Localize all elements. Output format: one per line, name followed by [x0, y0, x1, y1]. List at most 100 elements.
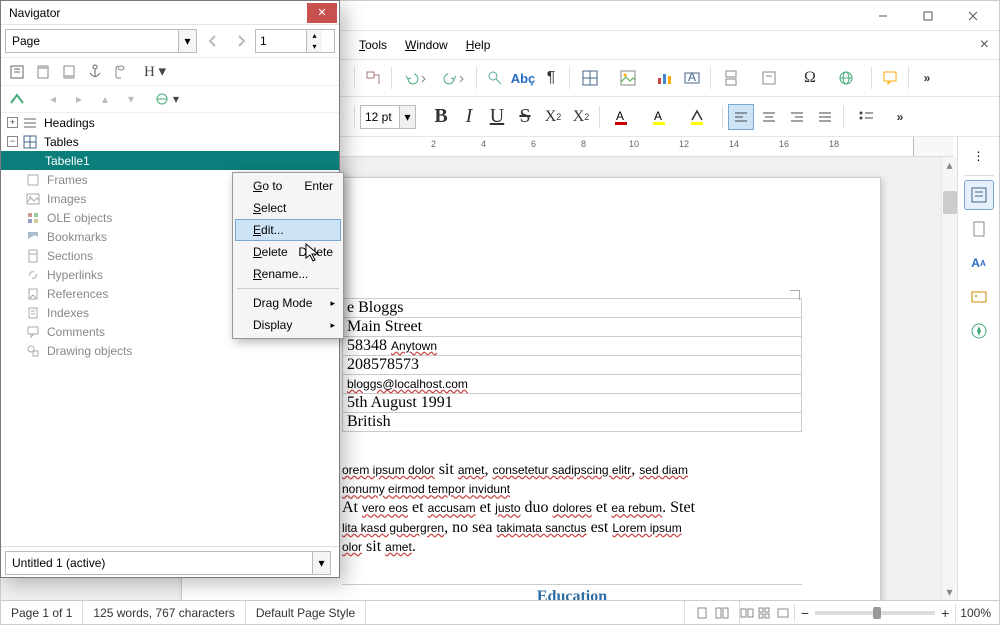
menu-window[interactable]: Window — [397, 34, 456, 56]
table-cell[interactable]: Main Street — [343, 318, 802, 337]
font-size-input[interactable]: ▾ — [360, 105, 416, 129]
sidebar-gallery-icon[interactable] — [964, 282, 994, 312]
status-page[interactable]: Page 1 of 1 — [1, 601, 83, 624]
highlight-color-button[interactable]: A — [643, 104, 679, 130]
formatting-marks-icon[interactable]: ¶ — [538, 65, 564, 91]
sidebar-page-icon[interactable] — [964, 214, 994, 244]
nav-next-icon[interactable] — [229, 29, 253, 53]
tree-node-drawing[interactable]: Drawing objects — [1, 341, 339, 360]
insert-comment-icon[interactable] — [877, 65, 903, 91]
zoom-slider[interactable] — [815, 611, 935, 615]
zoom-percent[interactable]: 100% — [960, 606, 991, 620]
navigator-close-button[interactable]: ✕ — [307, 3, 337, 23]
insert-image-icon[interactable] — [613, 65, 649, 91]
doc-close-button[interactable]: × — [970, 36, 999, 54]
align-right-button[interactable] — [784, 104, 810, 130]
tree-node-tables[interactable]: − Tables — [1, 132, 339, 151]
menu-tools[interactable]: Tools — [351, 34, 395, 56]
listbox-toggle-icon[interactable] — [5, 87, 29, 111]
table-cell[interactable]: bloggs@localhost.com — [343, 375, 802, 394]
navigator-titlebar[interactable]: Navigator ✕ — [1, 1, 339, 25]
toolbar-overflow-icon[interactable]: » — [914, 65, 940, 91]
status-pagestyle[interactable]: Default Page Style — [246, 601, 366, 624]
promote-level-icon[interactable]: ◂ — [41, 87, 65, 111]
vertical-scrollbar[interactable]: ▴ ▾ — [941, 157, 957, 600]
align-left-button[interactable] — [728, 104, 754, 130]
footer-icon[interactable] — [57, 60, 81, 84]
insert-chart-icon[interactable] — [651, 65, 677, 91]
bullets-button[interactable] — [849, 104, 885, 130]
tree-node-tabelle1[interactable]: Tabelle1 — [1, 151, 339, 170]
status-wordcount[interactable]: 125 words, 767 characters — [83, 601, 245, 624]
insert-field-icon[interactable] — [754, 65, 790, 91]
move-down-icon[interactable]: ▾ — [119, 87, 143, 111]
superscript-button[interactable]: X2 — [540, 104, 566, 130]
collapse-icon[interactable]: − — [7, 136, 18, 147]
ctx-dragmode[interactable]: Drag Mode▸ — [235, 292, 341, 314]
tree-node-headings[interactable]: + Headings — [1, 113, 339, 132]
sidebar-menu-icon[interactable]: ⋮ — [964, 141, 994, 171]
font-color-button[interactable]: A — [605, 104, 641, 130]
view-singlepage-icon[interactable] — [695, 606, 709, 620]
ctx-rename[interactable]: Rename... — [235, 263, 341, 285]
insert-pagebreak-icon[interactable] — [716, 65, 752, 91]
strikethrough-button[interactable]: S — [512, 104, 538, 130]
heading-levels-icon[interactable]: H ▾ — [143, 60, 167, 84]
sidebar-navigator-icon[interactable] — [964, 316, 994, 346]
web-view-icon[interactable] — [776, 606, 790, 620]
nav-prev-icon[interactable] — [203, 29, 227, 53]
book-view-icon[interactable] — [740, 606, 754, 620]
minimize-button[interactable] — [860, 2, 905, 30]
close-button[interactable] — [950, 2, 995, 30]
drag-mode-icon[interactable]: ▾ — [155, 87, 179, 111]
maximize-button[interactable] — [905, 2, 950, 30]
subscript-button[interactable]: X2 — [568, 104, 594, 130]
ctx-delete[interactable]: DeleteDelete — [235, 241, 341, 263]
expand-icon[interactable]: + — [7, 117, 18, 128]
move-up-icon[interactable]: ▴ — [93, 87, 117, 111]
section-heading[interactable]: Education — [342, 584, 802, 600]
nav-page-spinner[interactable]: ▴▾ — [255, 29, 335, 53]
chevron-down-icon[interactable]: ▾ — [399, 106, 415, 128]
italic-button[interactable]: I — [456, 104, 482, 130]
insert-textbox-icon[interactable]: A — [679, 65, 705, 91]
underline-button[interactable]: U — [484, 104, 510, 130]
multi-view-icon[interactable] — [758, 606, 772, 620]
find-replace-icon[interactable] — [482, 65, 508, 91]
cv-table[interactable]: e Bloggs Main Street 58348 Anytown 20857… — [342, 298, 802, 432]
table-cell[interactable]: 5th August 1991 — [343, 394, 802, 413]
redo-button[interactable] — [435, 65, 471, 91]
ctx-select[interactable]: Select — [235, 197, 341, 219]
insert-table-icon[interactable] — [575, 65, 611, 91]
insert-special-char-icon[interactable]: Ω — [792, 65, 828, 91]
anchor-icon[interactable] — [83, 60, 107, 84]
align-justify-button[interactable] — [812, 104, 838, 130]
undo-button[interactable] — [397, 65, 433, 91]
nav-page-dropdown[interactable]: Page ▾ — [5, 29, 197, 53]
nav-document-dropdown[interactable]: Untitled 1 (active) ▾ — [5, 551, 331, 575]
toolbar2-overflow-icon[interactable]: » — [887, 104, 913, 130]
content-view-icon[interactable] — [5, 60, 29, 84]
table-cell[interactable]: 58348 Anytown — [343, 337, 802, 356]
sidebar-properties-icon[interactable] — [964, 180, 994, 210]
header-icon[interactable] — [31, 60, 55, 84]
ctx-edit[interactable]: Edit... — [235, 219, 341, 241]
clone-formatting-icon[interactable] — [360, 65, 386, 91]
align-center-button[interactable] — [756, 104, 782, 130]
char-highlight-button[interactable] — [681, 104, 717, 130]
demote-level-icon[interactable]: ▸ — [67, 87, 91, 111]
zoom-in-button[interactable]: + — [939, 605, 951, 621]
table-cell[interactable]: British — [343, 413, 802, 432]
insert-hyperlink-icon[interactable] — [830, 65, 866, 91]
table-cell[interactable]: e Bloggs — [343, 299, 802, 318]
bold-button[interactable]: B — [428, 104, 454, 130]
ctx-display[interactable]: Display▸ — [235, 314, 341, 336]
view-multipage-icon[interactable] — [715, 606, 729, 620]
menu-help[interactable]: Help — [458, 34, 499, 56]
chevron-down-icon[interactable]: ▾ — [312, 552, 330, 574]
ctx-goto[interactable]: Go toEnter — [235, 175, 341, 197]
chevron-down-icon[interactable]: ▾ — [178, 30, 196, 52]
reminder-icon[interactable] — [109, 60, 133, 84]
spellcheck-icon[interactable]: Abç — [510, 65, 536, 91]
zoom-out-button[interactable]: − — [799, 605, 811, 621]
